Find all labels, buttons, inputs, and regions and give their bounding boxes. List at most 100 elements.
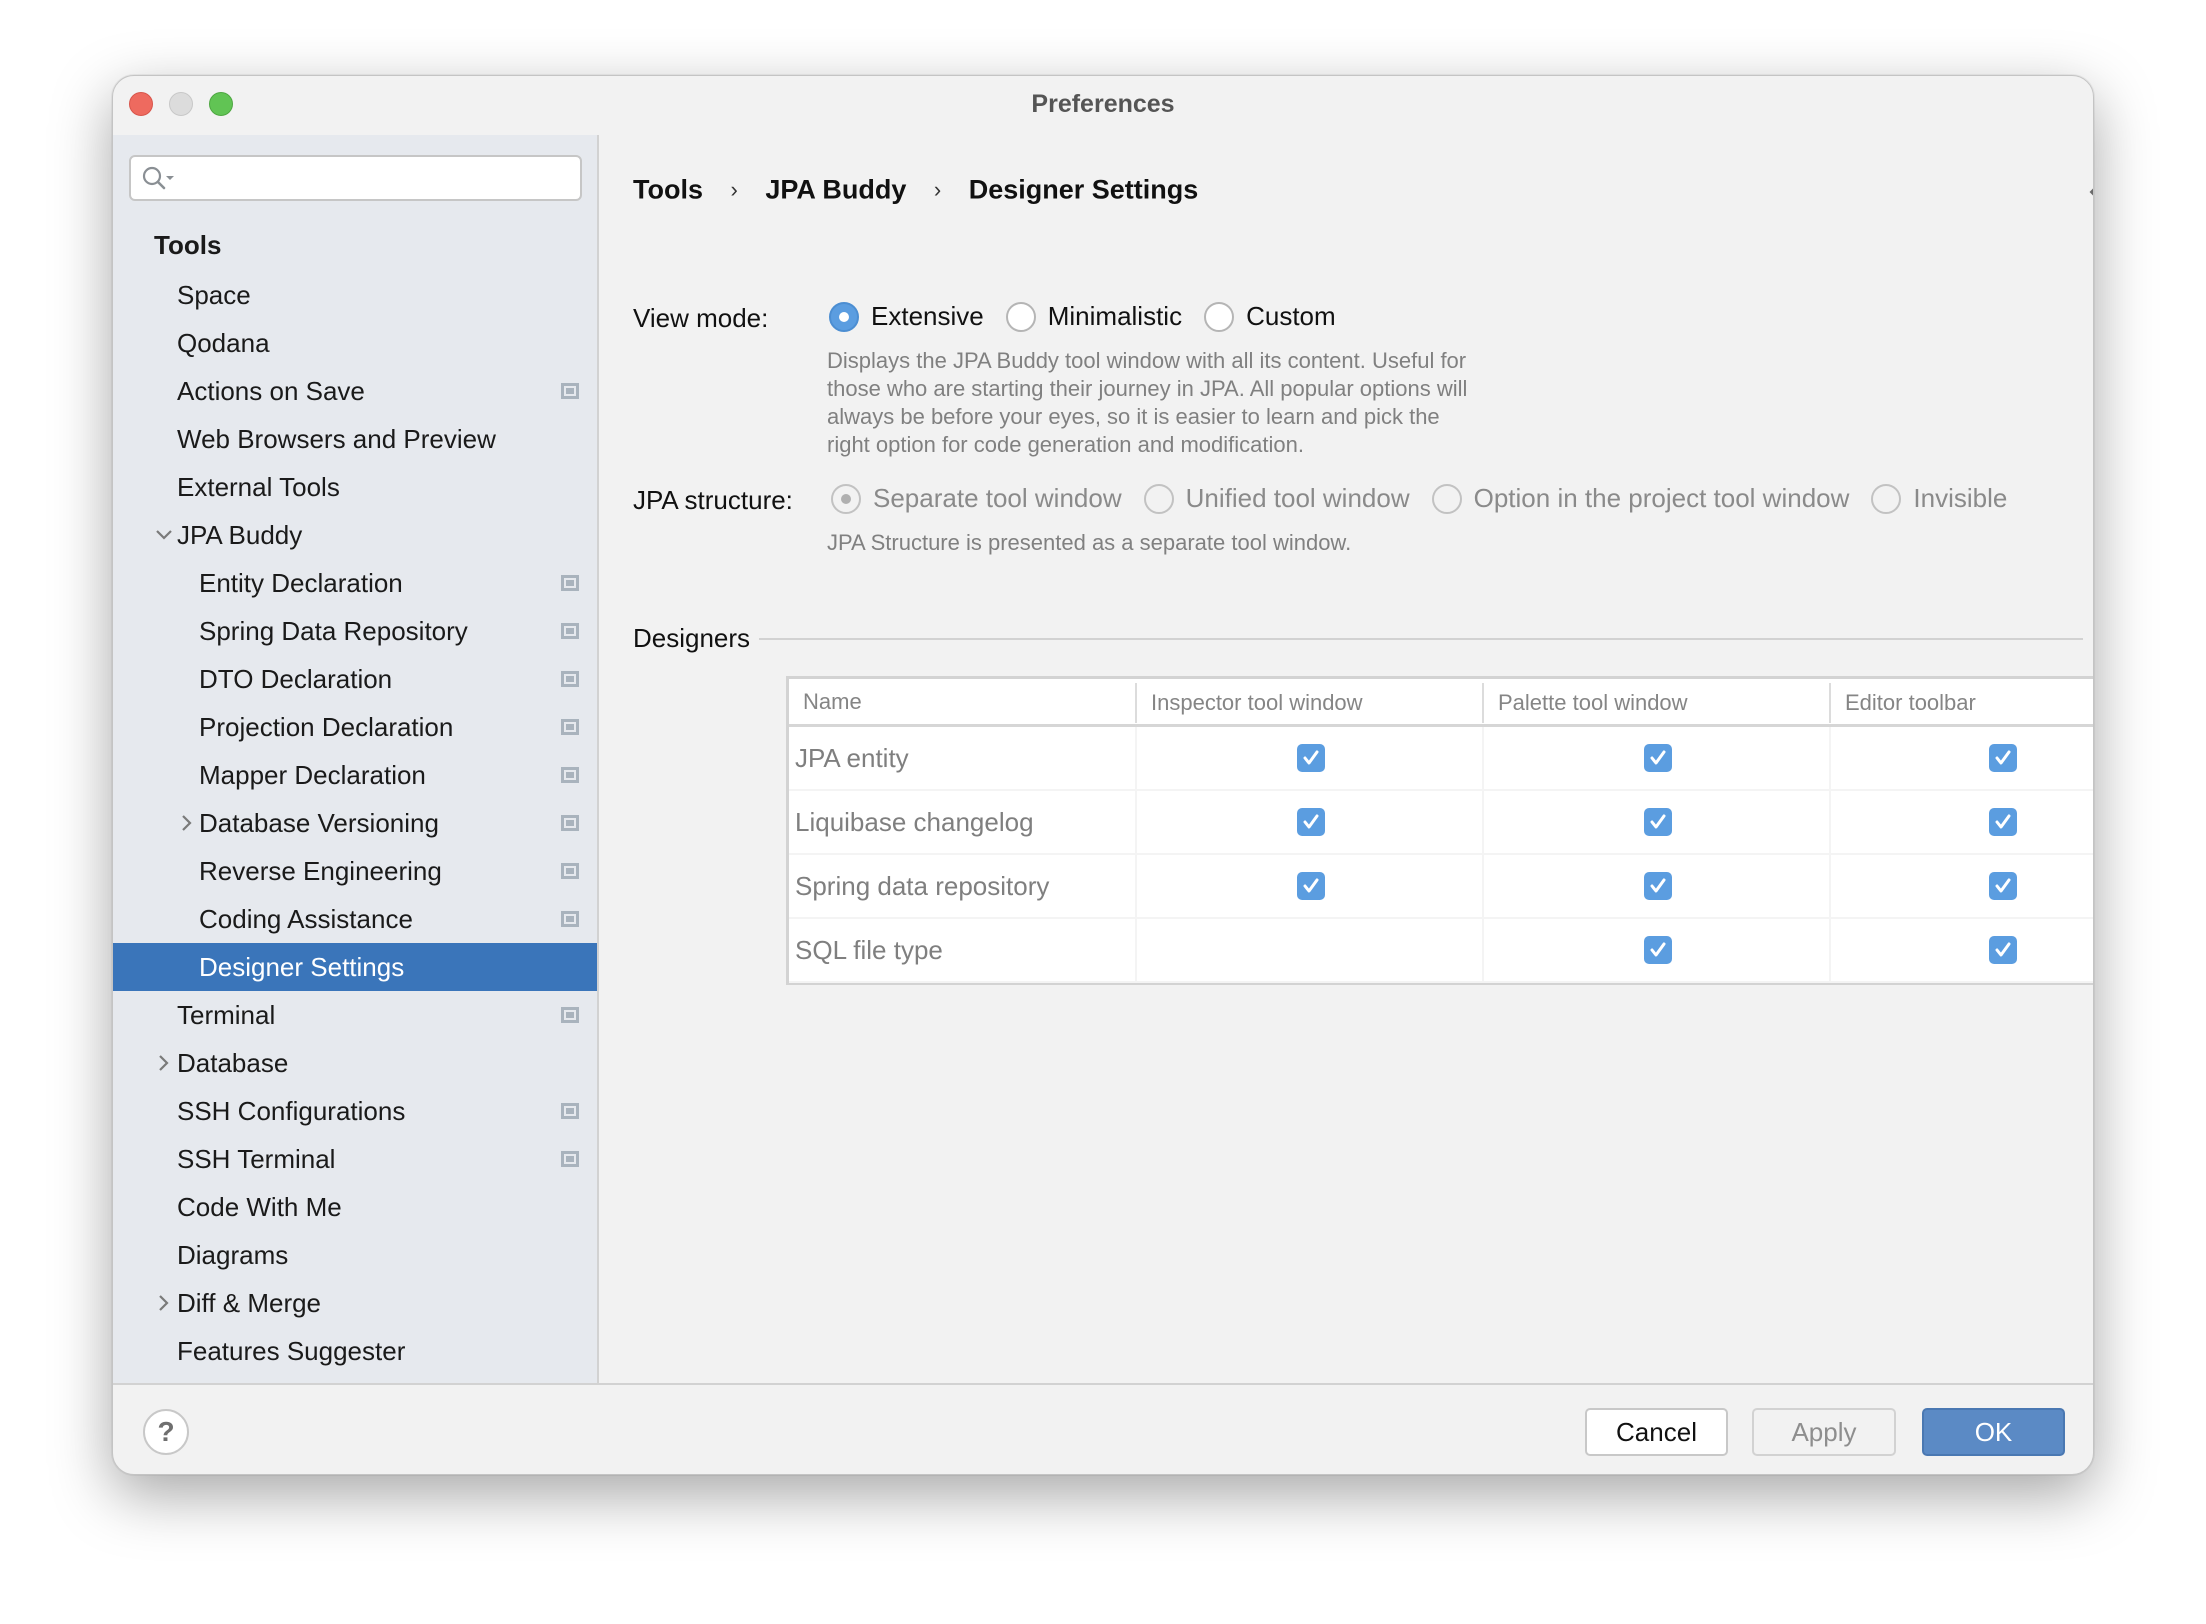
view-mode-extensive-radio[interactable]: Extensive [829, 301, 984, 332]
designer-name-cell: JPA entity [795, 743, 909, 773]
view-mode-description: Displays the JPA Buddy tool window with … [827, 347, 1467, 459]
apply-button[interactable]: Apply [1752, 1408, 1896, 1456]
sidebar-item[interactable]: Code With Me [113, 1183, 597, 1231]
project-level-icon [561, 911, 579, 927]
ok-button[interactable]: OK [1922, 1408, 2065, 1456]
jpa-structure-invisible-radio[interactable]: Invisible [1871, 483, 2007, 514]
project-level-icon [561, 1151, 579, 1167]
inspector-checkbox[interactable] [1296, 808, 1325, 836]
project-level-icon [561, 1007, 579, 1023]
settings-search[interactable] [129, 155, 582, 201]
radio-indicator[interactable] [1431, 483, 1462, 514]
sidebar-item[interactable]: Database Versioning [113, 799, 597, 847]
radio-indicator[interactable] [1204, 301, 1235, 332]
editor-checkbox[interactable] [1988, 744, 2017, 772]
radio-indicator[interactable] [1143, 483, 1174, 514]
sidebar-item[interactable]: Reverse Engineering [113, 847, 597, 895]
sidebar-item-label: Web Browsers and Preview [177, 424, 496, 454]
palette-cell [1482, 727, 1829, 789]
palette-checkbox[interactable] [1643, 936, 1672, 964]
sidebar-item[interactable]: Diagrams [113, 1231, 597, 1279]
sidebar-item[interactable]: Entity Declaration [113, 559, 597, 607]
view-mode-radio-group: Extensive Minimalistic Custom [829, 301, 1358, 332]
sidebar-item[interactable]: Database [113, 1039, 597, 1087]
sidebar-item[interactable]: External Tools [113, 463, 597, 511]
table-row[interactable]: JPA entity [789, 727, 2093, 791]
sidebar-item[interactable]: Terminal [113, 991, 597, 1039]
sidebar-item[interactable]: Space [113, 271, 597, 319]
table-row[interactable]: Liquibase changelog [789, 791, 2093, 855]
inspector-cell [1135, 919, 1482, 981]
sidebar-item[interactable]: SSH Configurations [113, 1087, 597, 1135]
radio-indicator[interactable] [829, 301, 859, 332]
editor-cell [1829, 919, 2093, 981]
palette-checkbox[interactable] [1643, 872, 1672, 900]
title-bar: Preferences [113, 76, 2093, 136]
sidebar-item[interactable]: Qodana [113, 319, 597, 367]
sidebar-item[interactable]: SSH Terminal [113, 1135, 597, 1183]
checkmark-icon [1995, 878, 2010, 893]
sidebar-item[interactable]: Mapper Declaration [113, 751, 597, 799]
column-header-name[interactable]: Name [789, 679, 1135, 725]
sidebar-item[interactable]: Spring Data Repository [113, 607, 597, 655]
sidebar-item[interactable]: Diff & Merge [113, 1279, 597, 1327]
description-line: Displays the JPA Buddy tool window with … [827, 348, 1467, 373]
radio-label: Custom [1246, 301, 1336, 331]
sidebar-item[interactable]: DTO Declaration [113, 655, 597, 703]
palette-checkbox[interactable] [1643, 808, 1672, 836]
search-icon[interactable] [141, 165, 177, 193]
sidebar-item[interactable]: Web Browsers and Preview [113, 415, 597, 463]
sidebar-item[interactable]: Designer Settings [113, 943, 597, 991]
sidebar-item-label: DTO Declaration [199, 664, 393, 694]
description-line: those who are starting their journey in … [827, 376, 1468, 401]
editor-checkbox[interactable] [1988, 936, 2017, 964]
editor-checkbox[interactable] [1988, 872, 2017, 900]
sidebar-item[interactable]: Tools [113, 221, 597, 271]
sidebar-item[interactable]: JPA Buddy [113, 511, 597, 559]
palette-checkbox[interactable] [1643, 744, 1672, 772]
table-row[interactable]: SQL file type [789, 919, 2093, 983]
designers-section-title: Designers [633, 623, 751, 653]
radio-indicator[interactable] [1005, 301, 1036, 332]
jpa-structure-description: JPA Structure is presented as a separate… [827, 530, 1352, 555]
sidebar-item[interactable]: Projection Declaration [113, 703, 597, 751]
inspector-checkbox[interactable] [1296, 744, 1325, 772]
radio-indicator[interactable] [831, 483, 861, 514]
checkmark-icon [1650, 750, 1665, 765]
dialog-footer: ? Cancel Apply OK [113, 1383, 2093, 1474]
column-header-inspector[interactable]: Inspector tool window [1135, 683, 1482, 723]
search-input[interactable] [183, 163, 573, 193]
jpa-structure-unified-radio[interactable]: Unified tool window [1143, 483, 1410, 514]
sidebar-item-label: Database Versioning [199, 808, 439, 838]
help-button[interactable]: ? [143, 1409, 189, 1455]
project-level-icon [561, 623, 579, 639]
table-header: Name Inspector tool window Palette tool … [789, 679, 2093, 727]
sidebar-item[interactable]: Coding Assistance [113, 895, 597, 943]
table-row[interactable]: Spring data repository [789, 855, 2093, 919]
jpa-structure-project-option-radio[interactable]: Option in the project tool window [1431, 483, 1849, 514]
palette-cell [1482, 855, 1829, 917]
view-mode-custom-radio[interactable]: Custom [1204, 301, 1336, 332]
column-header-palette[interactable]: Palette tool window [1482, 683, 1829, 723]
palette-cell [1482, 919, 1829, 981]
editor-checkbox[interactable] [1988, 808, 2017, 836]
breadcrumb-item: Tools [633, 174, 703, 205]
radio-indicator[interactable] [1871, 483, 1902, 514]
inspector-cell [1135, 855, 1482, 917]
project-level-icon [561, 1103, 579, 1119]
jpa-structure-separate-radio[interactable]: Separate tool window [831, 483, 1122, 514]
inspector-checkbox[interactable] [1296, 872, 1325, 900]
sidebar-item-label: Projection Declaration [199, 712, 454, 742]
chevron-down-icon[interactable] [154, 511, 174, 559]
chevron-right-icon[interactable] [154, 1279, 174, 1327]
checkmark-icon [1303, 750, 1318, 765]
chevron-right-icon[interactable] [154, 1039, 174, 1087]
sidebar-item[interactable]: Features Suggester [113, 1327, 597, 1375]
back-button[interactable] [2087, 177, 2093, 207]
chevron-right-icon[interactable] [177, 799, 197, 847]
sidebar-item[interactable]: Actions on Save [113, 367, 597, 415]
checkmark-icon [1650, 814, 1665, 829]
cancel-button[interactable]: Cancel [1585, 1408, 1728, 1456]
view-mode-minimalistic-radio[interactable]: Minimalistic [1005, 301, 1182, 332]
column-header-editor[interactable]: Editor toolbar [1829, 683, 2093, 723]
